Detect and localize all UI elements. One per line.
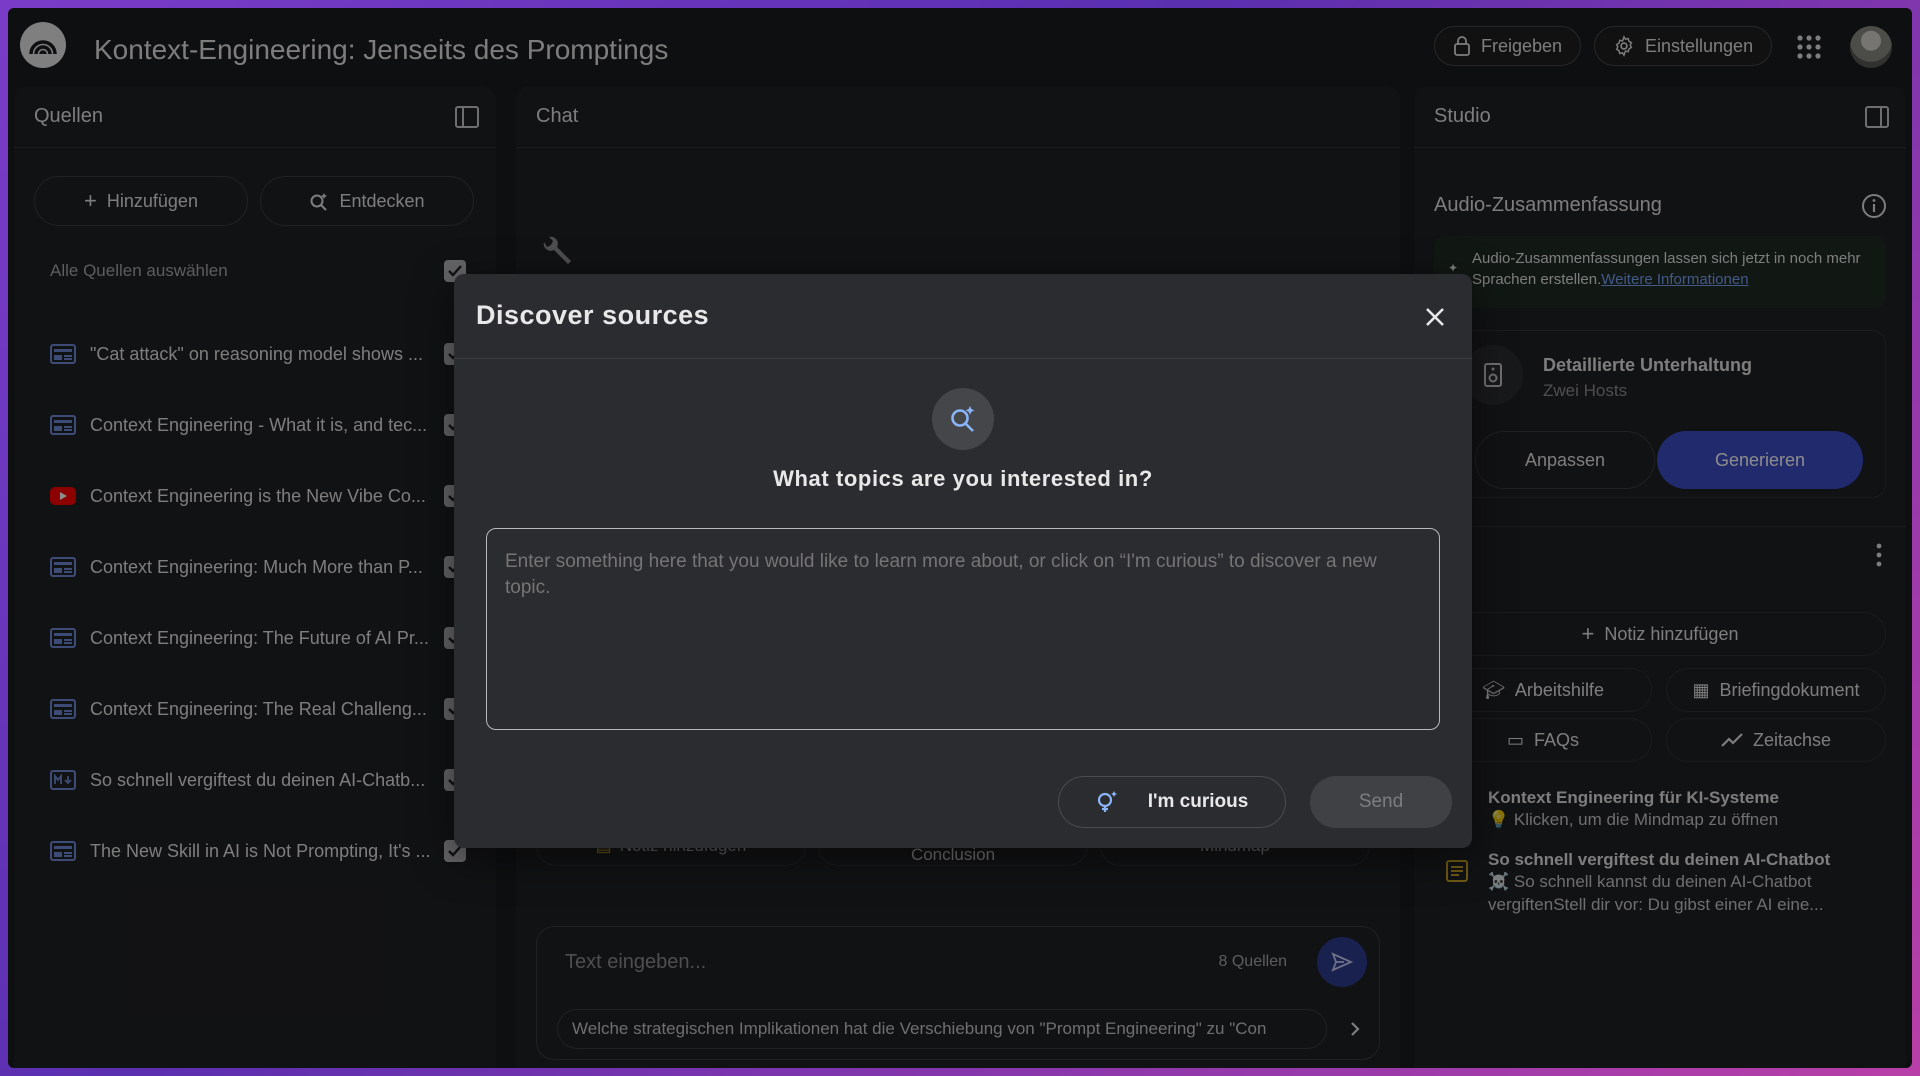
dialog-question: What topics are you interested in?	[773, 466, 1153, 491]
close-icon[interactable]	[1420, 302, 1450, 332]
topic-input[interactable]	[486, 528, 1440, 730]
im-curious-label: I'm curious	[1147, 791, 1249, 812]
discover-badge-icon	[932, 388, 994, 450]
discover-sources-dialog: Discover sources What topics are you int…	[454, 274, 1472, 848]
dialog-divider	[454, 358, 1472, 359]
send-button[interactable]: Send	[1310, 776, 1452, 828]
app-window: Kontext-Engineering: Jenseits des Prompt…	[8, 8, 1912, 1068]
im-curious-button[interactable]: I'm curious	[1058, 776, 1286, 828]
dialog-title: Discover sources	[476, 300, 710, 330]
lightbulb-sparkle-icon	[1097, 791, 1117, 812]
